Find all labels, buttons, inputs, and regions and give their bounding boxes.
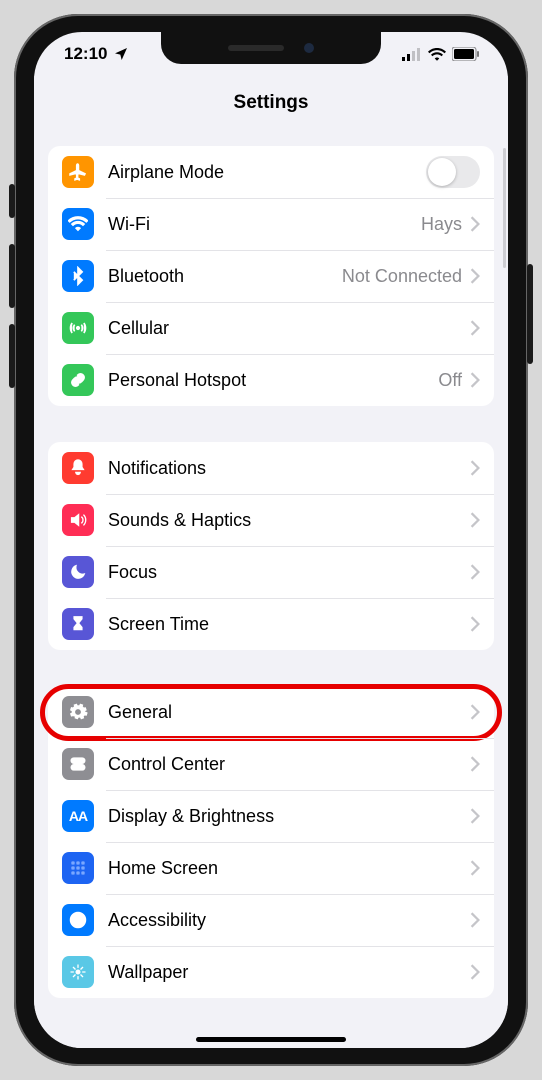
speaker-icon <box>62 504 94 536</box>
chevron-right-icon <box>470 372 480 388</box>
person-icon <box>62 904 94 936</box>
row-screen-time[interactable]: Screen Time <box>48 598 494 650</box>
row-label: Wi-Fi <box>108 214 421 235</box>
row-label: Display & Brightness <box>108 806 462 827</box>
switches-icon <box>62 748 94 780</box>
group-notifications: Notifications Sounds & Haptics Focus <box>48 442 494 650</box>
page-title: Settings <box>34 76 508 130</box>
row-display-brightness[interactable]: AA Display & Brightness <box>48 790 494 842</box>
row-label: Focus <box>108 562 462 583</box>
row-bluetooth[interactable]: Bluetooth Not Connected <box>48 250 494 302</box>
volume-up-button[interactable] <box>9 244 15 308</box>
chevron-right-icon <box>470 808 480 824</box>
row-label: Screen Time <box>108 614 462 635</box>
chevron-right-icon <box>470 320 480 336</box>
row-label: Cellular <box>108 318 462 339</box>
wifi-icon <box>428 47 446 61</box>
row-value: Hays <box>421 214 462 235</box>
battery-icon <box>452 47 480 61</box>
row-focus[interactable]: Focus <box>48 546 494 598</box>
scroll-indicator <box>503 148 506 268</box>
mute-switch[interactable] <box>9 184 15 218</box>
row-personal-hotspot[interactable]: Personal Hotspot Off <box>48 354 494 406</box>
chevron-right-icon <box>470 912 480 928</box>
row-accessibility[interactable]: Accessibility <box>48 894 494 946</box>
row-notifications[interactable]: Notifications <box>48 442 494 494</box>
chevron-right-icon <box>470 216 480 232</box>
row-label: Control Center <box>108 754 462 775</box>
row-general[interactable]: General <box>48 686 494 738</box>
link-icon <box>62 364 94 396</box>
row-label: Notifications <box>108 458 462 479</box>
cell-signal-icon <box>402 47 422 61</box>
chevron-right-icon <box>470 460 480 476</box>
bluetooth-icon <box>62 260 94 292</box>
row-wifi[interactable]: Wi-Fi Hays <box>48 198 494 250</box>
row-airplane-mode[interactable]: Airplane Mode <box>48 146 494 198</box>
row-label: Bluetooth <box>108 266 342 287</box>
chevron-right-icon <box>470 964 480 980</box>
row-cellular[interactable]: Cellular <box>48 302 494 354</box>
side-button[interactable] <box>527 264 533 364</box>
airplane-toggle[interactable] <box>426 156 480 188</box>
clock: 12:10 <box>64 44 107 64</box>
home-indicator[interactable] <box>196 1037 346 1042</box>
bell-icon <box>62 452 94 484</box>
notch <box>161 32 381 64</box>
row-label: Wallpaper <box>108 962 462 983</box>
group-connectivity: Airplane Mode Wi-Fi Hays Bluetooth <box>48 146 494 406</box>
settings-scrollview[interactable]: Airplane Mode Wi-Fi Hays Bluetooth <box>34 130 508 1048</box>
volume-down-button[interactable] <box>9 324 15 388</box>
row-label: General <box>108 702 462 723</box>
chevron-right-icon <box>470 268 480 284</box>
chevron-right-icon <box>470 564 480 580</box>
row-sounds-haptics[interactable]: Sounds & Haptics <box>48 494 494 546</box>
chevron-right-icon <box>470 512 480 528</box>
chevron-right-icon <box>470 756 480 772</box>
aa-icon: AA <box>62 800 94 832</box>
group-general: General Control Center AA Display & Brig… <box>48 686 494 998</box>
row-control-center[interactable]: Control Center <box>48 738 494 790</box>
location-arrow-icon <box>113 46 129 62</box>
row-value: Not Connected <box>342 266 462 287</box>
airplane-icon <box>62 156 94 188</box>
row-label: Home Screen <box>108 858 462 879</box>
chevron-right-icon <box>470 860 480 876</box>
row-wallpaper[interactable]: Wallpaper <box>48 946 494 998</box>
moon-icon <box>62 556 94 588</box>
chevron-right-icon <box>470 704 480 720</box>
hourglass-icon <box>62 608 94 640</box>
phone-frame: 12:10 Settings <box>14 14 528 1066</box>
screen: 12:10 Settings <box>34 32 508 1048</box>
antenna-icon <box>62 312 94 344</box>
row-label: Accessibility <box>108 910 462 931</box>
row-label: Sounds & Haptics <box>108 510 462 531</box>
grid-icon <box>62 852 94 884</box>
row-label: Airplane Mode <box>108 162 426 183</box>
flower-icon <box>62 956 94 988</box>
row-home-screen[interactable]: Home Screen <box>48 842 494 894</box>
gear-icon <box>62 696 94 728</box>
wifi-menu-icon <box>62 208 94 240</box>
chevron-right-icon <box>470 616 480 632</box>
row-value: Off <box>438 370 462 391</box>
row-label: Personal Hotspot <box>108 370 438 391</box>
